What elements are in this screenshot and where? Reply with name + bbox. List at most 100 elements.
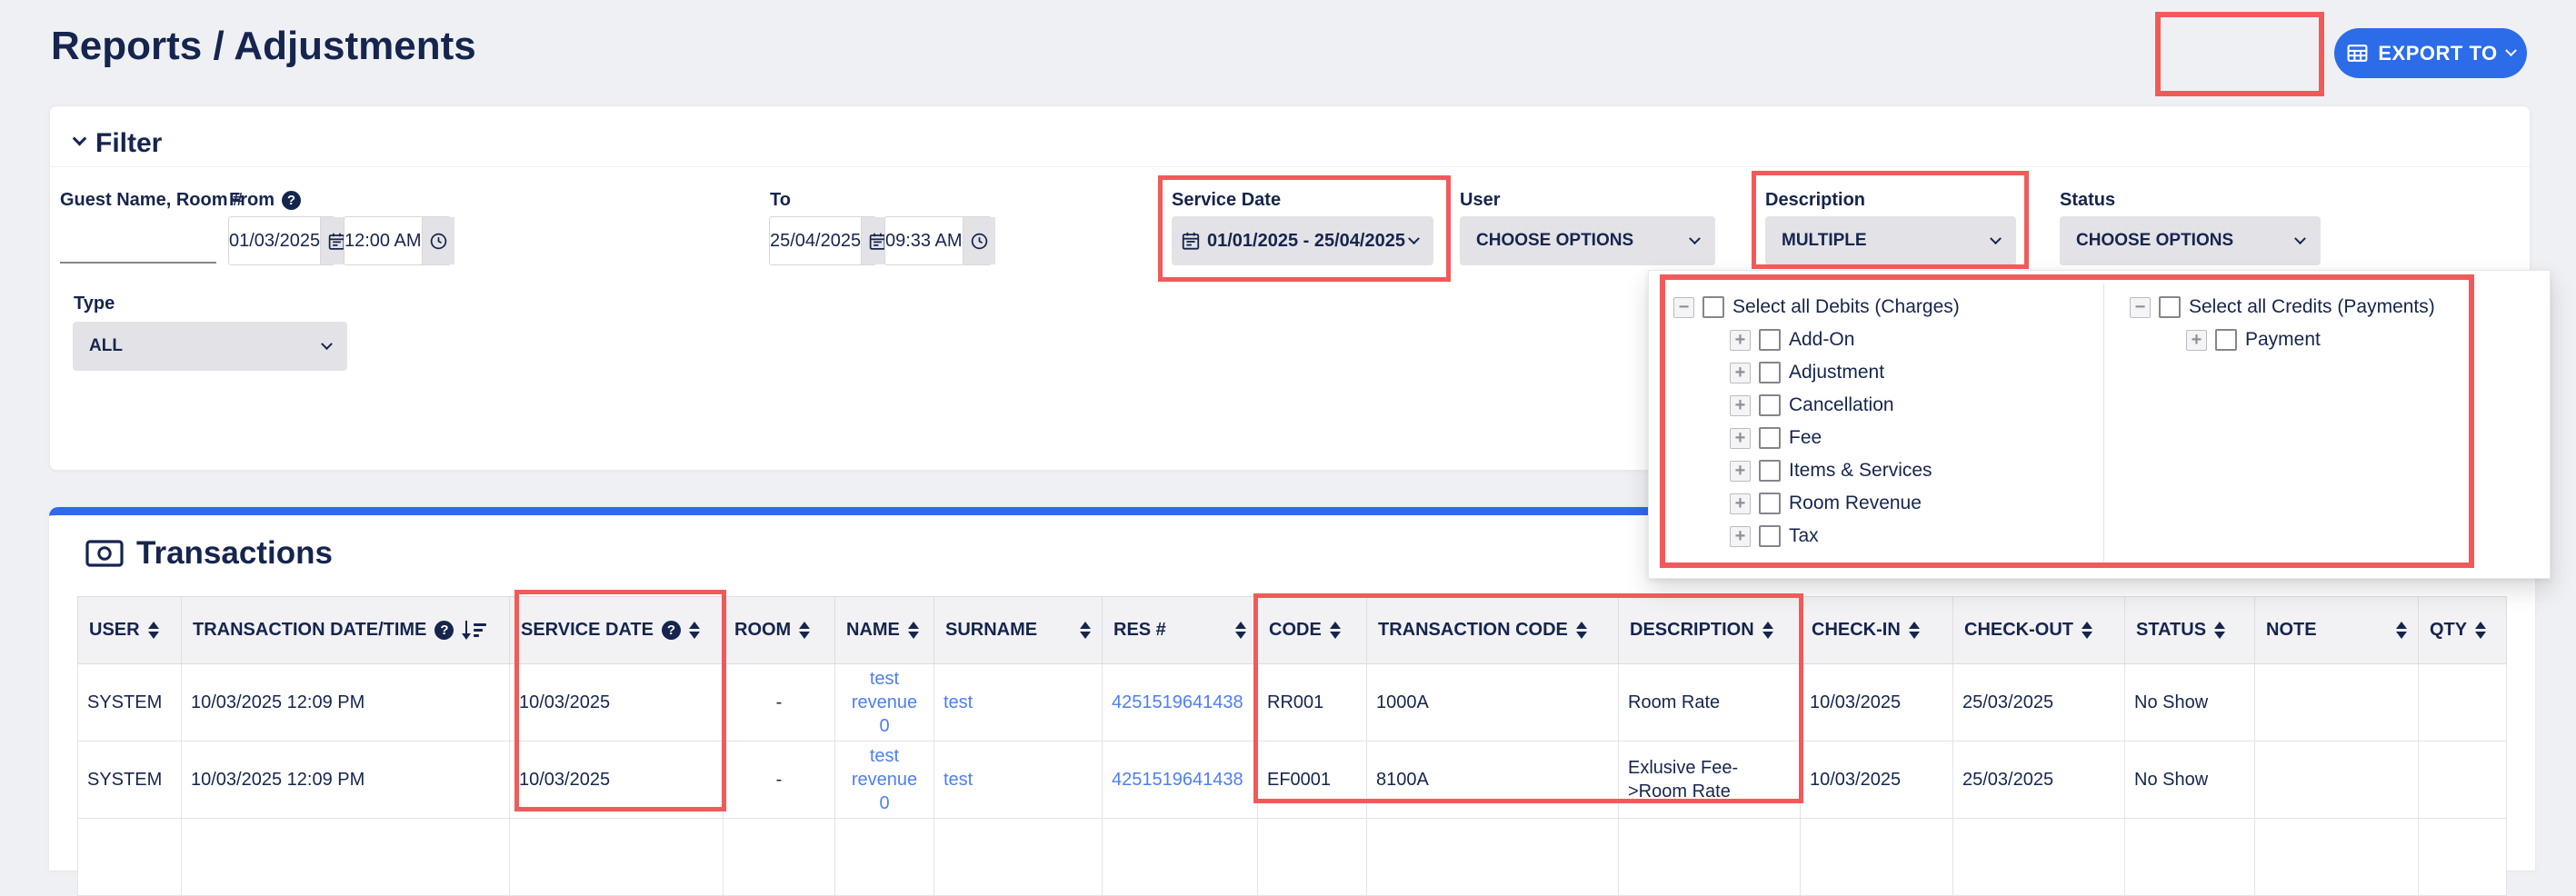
service-date-range-picker[interactable]: 01/01/2025 - 25/04/2025 [1172, 216, 1433, 265]
checkbox[interactable] [1759, 394, 1781, 416]
sort-icon[interactable] [908, 622, 919, 639]
from-date-input[interactable]: 01/03/2025 [228, 216, 335, 265]
status-select[interactable]: CHOOSE OPTIONS [2060, 216, 2321, 265]
column-header-name[interactable]: NAME [835, 597, 934, 664]
to-label: To [770, 190, 791, 211]
sort-icon[interactable] [1330, 622, 1341, 639]
expand-icon[interactable]: + [1730, 461, 1751, 482]
sort-icon[interactable] [1762, 622, 1773, 639]
column-label: TRANSACTION CODE [1378, 620, 1568, 641]
collapse-icon[interactable]: − [2130, 297, 2151, 318]
clock-icon[interactable] [422, 217, 454, 264]
cell-code: RR001 [1258, 664, 1367, 742]
help-icon[interactable]: ? [662, 621, 681, 640]
checkbox[interactable] [1759, 329, 1781, 351]
chevron-down-icon [73, 131, 87, 145]
res-link[interactable]: 4251519641438 [1112, 692, 1243, 712]
expand-icon[interactable]: + [1730, 395, 1751, 416]
checkbox[interactable] [1759, 460, 1781, 482]
sort-icon[interactable] [2475, 622, 2486, 639]
sort-icon[interactable] [2396, 622, 2407, 639]
checkbox[interactable] [1702, 296, 1724, 318]
surname-link[interactable]: test [944, 770, 973, 790]
tree-item-label: Add-On [1789, 329, 1854, 351]
expand-icon[interactable]: + [1730, 330, 1751, 351]
from-time-input[interactable]: 12:00 AM [344, 216, 451, 265]
sort-icon[interactable] [1909, 622, 1920, 639]
tree-item: + Cancellation [1730, 389, 1960, 422]
export-to-button[interactable]: EXPORT TO [2334, 28, 2527, 78]
sort-descending-icon[interactable] [461, 621, 486, 641]
name-link[interactable]: test revenue 0 [852, 746, 917, 813]
tree-item: −Select all Debits (Charges) [1673, 291, 1960, 324]
help-icon[interactable]: ? [434, 621, 454, 640]
reports-adjustments-page: { "page": { "title": "Reports / Adjustme… [0, 0, 2576, 829]
column-header-check-in[interactable]: CHECK-IN [1801, 597, 1953, 664]
cell-qty [2419, 742, 2507, 819]
expand-icon[interactable]: + [2186, 330, 2207, 351]
checkbox[interactable] [1759, 525, 1781, 547]
name-link[interactable]: test revenue 0 [852, 669, 917, 736]
expand-icon[interactable]: + [1730, 493, 1751, 514]
filter-section-toggle[interactable]: Filter [75, 128, 162, 159]
sort-icon[interactable] [1080, 622, 1091, 639]
column-header-user[interactable]: USER [78, 597, 182, 664]
column-header-note[interactable]: NOTE [2255, 597, 2419, 664]
sort-icon[interactable] [2082, 622, 2092, 639]
transactions-table: USERTRANSACTION DATE/TIME?SERVICE DATE?R… [77, 596, 2507, 896]
column-header-transaction-date-time[interactable]: TRANSACTION DATE/TIME? [182, 597, 510, 664]
type-select[interactable]: ALL [73, 322, 347, 371]
help-icon[interactable]: ? [282, 191, 301, 210]
collapse-icon[interactable]: − [1673, 297, 1694, 318]
sort-icon[interactable] [2214, 622, 2225, 639]
user-select[interactable]: CHOOSE OPTIONS [1460, 216, 1715, 265]
res-link[interactable]: 4251519641438 [1112, 770, 1243, 790]
checkbox[interactable] [2159, 296, 2181, 318]
cell-empty [78, 819, 182, 896]
column-header-room[interactable]: ROOM [724, 597, 835, 664]
to-date-input[interactable]: 25/04/2025 [769, 216, 876, 265]
column-label: QTY [2430, 620, 2467, 641]
expand-icon[interactable]: + [1730, 526, 1751, 547]
sort-icon[interactable] [1576, 622, 1587, 639]
checkbox[interactable] [1759, 493, 1781, 514]
column-label: NAME [846, 620, 900, 641]
tree-item-label: Room Revenue [1789, 493, 1922, 514]
cell-note [2255, 664, 2419, 742]
sort-icon[interactable] [689, 622, 700, 639]
column-header-res[interactable]: RES # [1103, 597, 1258, 664]
to-time-input[interactable]: 09:33 AM [884, 216, 992, 265]
sort-icon[interactable] [148, 622, 159, 639]
cell-empty [1258, 819, 1367, 896]
checkbox[interactable] [2215, 329, 2237, 351]
from-label: From ? [229, 190, 301, 211]
filter-title: Filter [95, 128, 162, 159]
cell-check-out: 25/03/2025 [1953, 664, 2125, 742]
tree-item-label: Cancellation [1789, 394, 1894, 416]
cell-description: Room Rate [1619, 664, 1801, 742]
column-header-surname[interactable]: SURNAME [934, 597, 1103, 664]
column-header-check-out[interactable]: CHECK-OUT [1953, 597, 2125, 664]
surname-link[interactable]: test [944, 692, 973, 712]
expand-icon[interactable]: + [1730, 363, 1751, 383]
column-header-transaction-code[interactable]: TRANSACTION CODE [1367, 597, 1619, 664]
guest-name-input[interactable] [60, 216, 216, 264]
column-label: USER [89, 620, 140, 641]
column-header-description[interactable]: DESCRIPTION [1619, 597, 1801, 664]
tree-item: +Adjustment [1730, 356, 1960, 389]
tree-item: +Tax [1730, 520, 1960, 553]
cell-check-in: 10/03/2025 [1801, 664, 1953, 742]
column-header-status[interactable]: STATUS [2125, 597, 2255, 664]
checkbox[interactable] [1759, 427, 1781, 449]
description-label: Description [1765, 190, 1865, 211]
clock-icon[interactable] [963, 217, 995, 264]
expand-icon[interactable]: + [1730, 428, 1751, 449]
column-header-service-date[interactable]: SERVICE DATE? [510, 597, 724, 664]
sort-icon[interactable] [799, 622, 810, 639]
column-header-qty[interactable]: QTY [2419, 597, 2507, 664]
checkbox[interactable] [1759, 362, 1781, 383]
description-select[interactable]: MULTIPLE [1765, 216, 2016, 265]
column-header-code[interactable]: CODE [1258, 597, 1367, 664]
annotation-box-header [2155, 12, 2324, 96]
sort-icon[interactable] [1235, 622, 1246, 639]
